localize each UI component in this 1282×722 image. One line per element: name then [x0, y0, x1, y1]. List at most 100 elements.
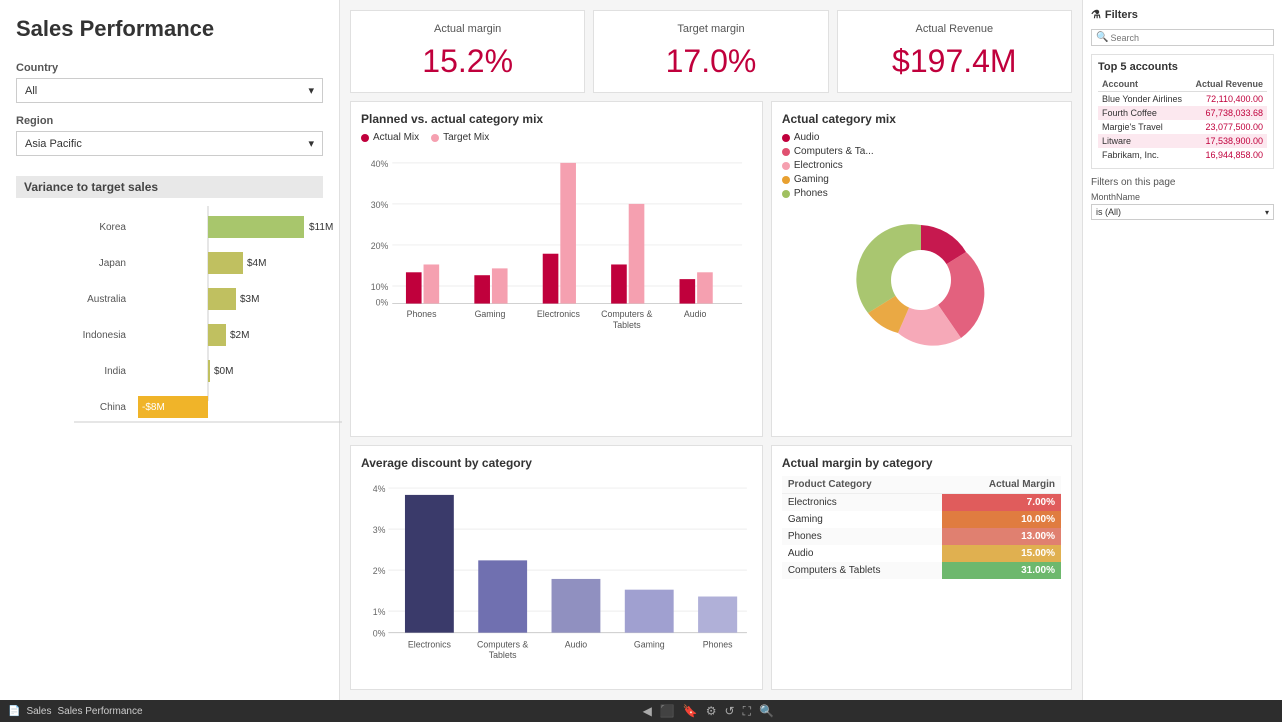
variance-section: Variance to target sales Korea $11M Japa… — [16, 176, 323, 429]
svg-text:40%: 40% — [371, 159, 389, 169]
top5-col-account: Account — [1098, 77, 1189, 92]
chevron-down-icon: ▾ — [308, 84, 314, 97]
svg-text:$4M: $4M — [247, 258, 266, 269]
nav-stop-icon[interactable]: ⬛ — [660, 704, 675, 718]
kpi-actual-margin-value: 15.2% — [367, 43, 568, 80]
nav-back-icon[interactable]: ◀ — [643, 704, 652, 718]
legend-gaming: Gaming — [782, 174, 1061, 185]
svg-text:Japan: Japan — [99, 258, 126, 269]
search-input[interactable] — [1108, 33, 1269, 43]
svg-text:2%: 2% — [373, 566, 386, 576]
svg-text:1%: 1% — [373, 607, 386, 617]
kpi-actual-margin-label: Actual margin — [367, 23, 568, 35]
margin-value: 31.00% — [942, 562, 1061, 579]
svg-text:Phones: Phones — [407, 309, 437, 319]
audio-dot — [782, 134, 790, 142]
top5-account: Margie's Travel — [1098, 120, 1189, 134]
search-icon: 🔍 — [1096, 32, 1108, 43]
svg-text:Computers &: Computers & — [601, 309, 652, 319]
filter-value-select[interactable]: is (All) ▾ — [1091, 204, 1274, 220]
country-label: Country — [16, 62, 323, 74]
actual-mix-legend: Audio Computers & Ta... Electronics — [782, 132, 1061, 199]
svg-text:$0M: $0M — [214, 366, 233, 377]
nav-bookmark-icon[interactable]: 🔖 — [683, 704, 698, 718]
svg-text:Audio: Audio — [684, 309, 707, 319]
nav-refresh-icon[interactable]: ↺ — [725, 704, 735, 718]
top5-table: Account Actual Revenue Blue Yonder Airli… — [1098, 77, 1267, 162]
margin-col-value: Actual Margin — [942, 476, 1061, 494]
chevron-down-icon: ▾ — [308, 137, 314, 150]
filter-search[interactable]: 🔍 — [1091, 29, 1274, 46]
variance-title: Variance to target sales — [16, 176, 323, 198]
margin-row: Phones13.00% — [782, 528, 1061, 545]
svg-text:0%: 0% — [376, 298, 389, 308]
computers-dot — [782, 148, 790, 156]
margin-category: Audio — [782, 545, 942, 562]
filters-on-page: Filters on this page MonthName is (All) … — [1091, 177, 1274, 220]
svg-text:Electronics: Electronics — [537, 309, 581, 319]
filter-icon: ⚗ — [1091, 8, 1101, 21]
bottom-bar-center: ◀ ⬛ 🔖 ⚙ ↺ ⛶ 🔍 — [643, 704, 774, 719]
svg-text:Korea: Korea — [99, 222, 126, 233]
electronics-dot — [782, 162, 790, 170]
kpi-actual-revenue-label: Actual Revenue — [854, 23, 1055, 35]
variance-chart-svg: Korea $11M Japan $4M Australia $3M Indon… — [74, 206, 342, 426]
donut-chart-svg — [841, 205, 1001, 355]
margin-category: Gaming — [782, 511, 942, 528]
kpi-target-margin: Target margin 17.0% — [593, 10, 828, 93]
region-select[interactable]: Asia Pacific ▾ — [16, 131, 323, 156]
nav-fullscreen-icon[interactable]: ⛶ — [743, 704, 751, 719]
kpi-target-margin-value: 17.0% — [610, 43, 811, 80]
top5-account: Fourth Coffee — [1098, 106, 1189, 120]
country-select[interactable]: All ▾ — [16, 78, 323, 103]
top5-row: Margie's Travel23,077,500.00 — [1098, 120, 1267, 134]
center-content: Actual margin 15.2% Target margin 17.0% … — [340, 0, 1082, 700]
svg-text:3%: 3% — [373, 525, 386, 535]
gaming-dot — [782, 176, 790, 184]
margin-table: Product Category Actual Margin Electroni… — [782, 476, 1061, 579]
top5-title: Top 5 accounts — [1098, 61, 1267, 73]
actual-mix-dot — [361, 134, 369, 142]
kpi-row: Actual margin 15.2% Target margin 17.0% … — [350, 10, 1072, 93]
top5-card: Top 5 accounts Account Actual Revenue Bl… — [1091, 54, 1274, 169]
kpi-actual-revenue: Actual Revenue $197.4M — [837, 10, 1072, 93]
actual-mix-chart: Actual category mix Audio Computers & Ta… — [771, 101, 1072, 437]
kpi-target-margin-label: Target margin — [610, 23, 811, 35]
svg-text:-$8M: -$8M — [142, 402, 165, 413]
nav-search-icon[interactable]: 🔍 — [759, 704, 774, 718]
nav-settings-icon[interactable]: ⚙ — [706, 704, 717, 718]
middle-charts-row: Planned vs. actual category mix Actual M… — [350, 101, 1072, 437]
country-filter-group: Country All ▾ — [16, 62, 323, 103]
legend-electronics: Electronics — [782, 160, 1061, 171]
svg-text:Gaming: Gaming — [475, 309, 506, 319]
svg-text:$11M: $11M — [309, 222, 333, 233]
top5-col-revenue: Actual Revenue — [1189, 77, 1267, 92]
actual-mix-title: Actual category mix — [782, 112, 1061, 126]
legend-target-mix: Target Mix — [431, 132, 489, 143]
legend-phones: Phones — [782, 188, 1061, 199]
svg-text:20%: 20% — [371, 241, 389, 251]
legend-computers: Computers & Ta... — [782, 146, 1061, 157]
right-panel: ⚗ Filters 🔍 Top 5 accounts Account Actua… — [1082, 0, 1282, 700]
svg-text:Australia: Australia — [87, 294, 126, 305]
svg-text:China: China — [100, 402, 127, 413]
phones-dot — [782, 190, 790, 198]
sidebar: Sales Performance Country All ▾ Region A… — [0, 0, 340, 700]
margin-table-title: Actual margin by category — [782, 456, 1061, 470]
margin-category: Electronics — [782, 494, 942, 512]
filters-title: ⚗ Filters — [1091, 8, 1274, 21]
svg-text:4%: 4% — [373, 484, 386, 494]
margin-row: Audio15.00% — [782, 545, 1061, 562]
margin-col-category: Product Category — [782, 476, 942, 494]
margin-value: 13.00% — [942, 528, 1061, 545]
filter-item: MonthName is (All) ▾ — [1091, 192, 1274, 220]
top5-row: Fourth Coffee67,738,033.68 — [1098, 106, 1267, 120]
margin-row: Computers & Tablets31.00% — [782, 562, 1061, 579]
margin-row: Gaming10.00% — [782, 511, 1061, 528]
top5-revenue: 72,110,400.00 — [1189, 92, 1267, 107]
discount-title: Average discount by category — [361, 456, 752, 470]
svg-text:Indonesia: Indonesia — [83, 330, 127, 341]
top5-account: Blue Yonder Airlines — [1098, 92, 1189, 107]
margin-value: 10.00% — [942, 511, 1061, 528]
top5-account: Fabrikam, Inc. — [1098, 148, 1189, 162]
